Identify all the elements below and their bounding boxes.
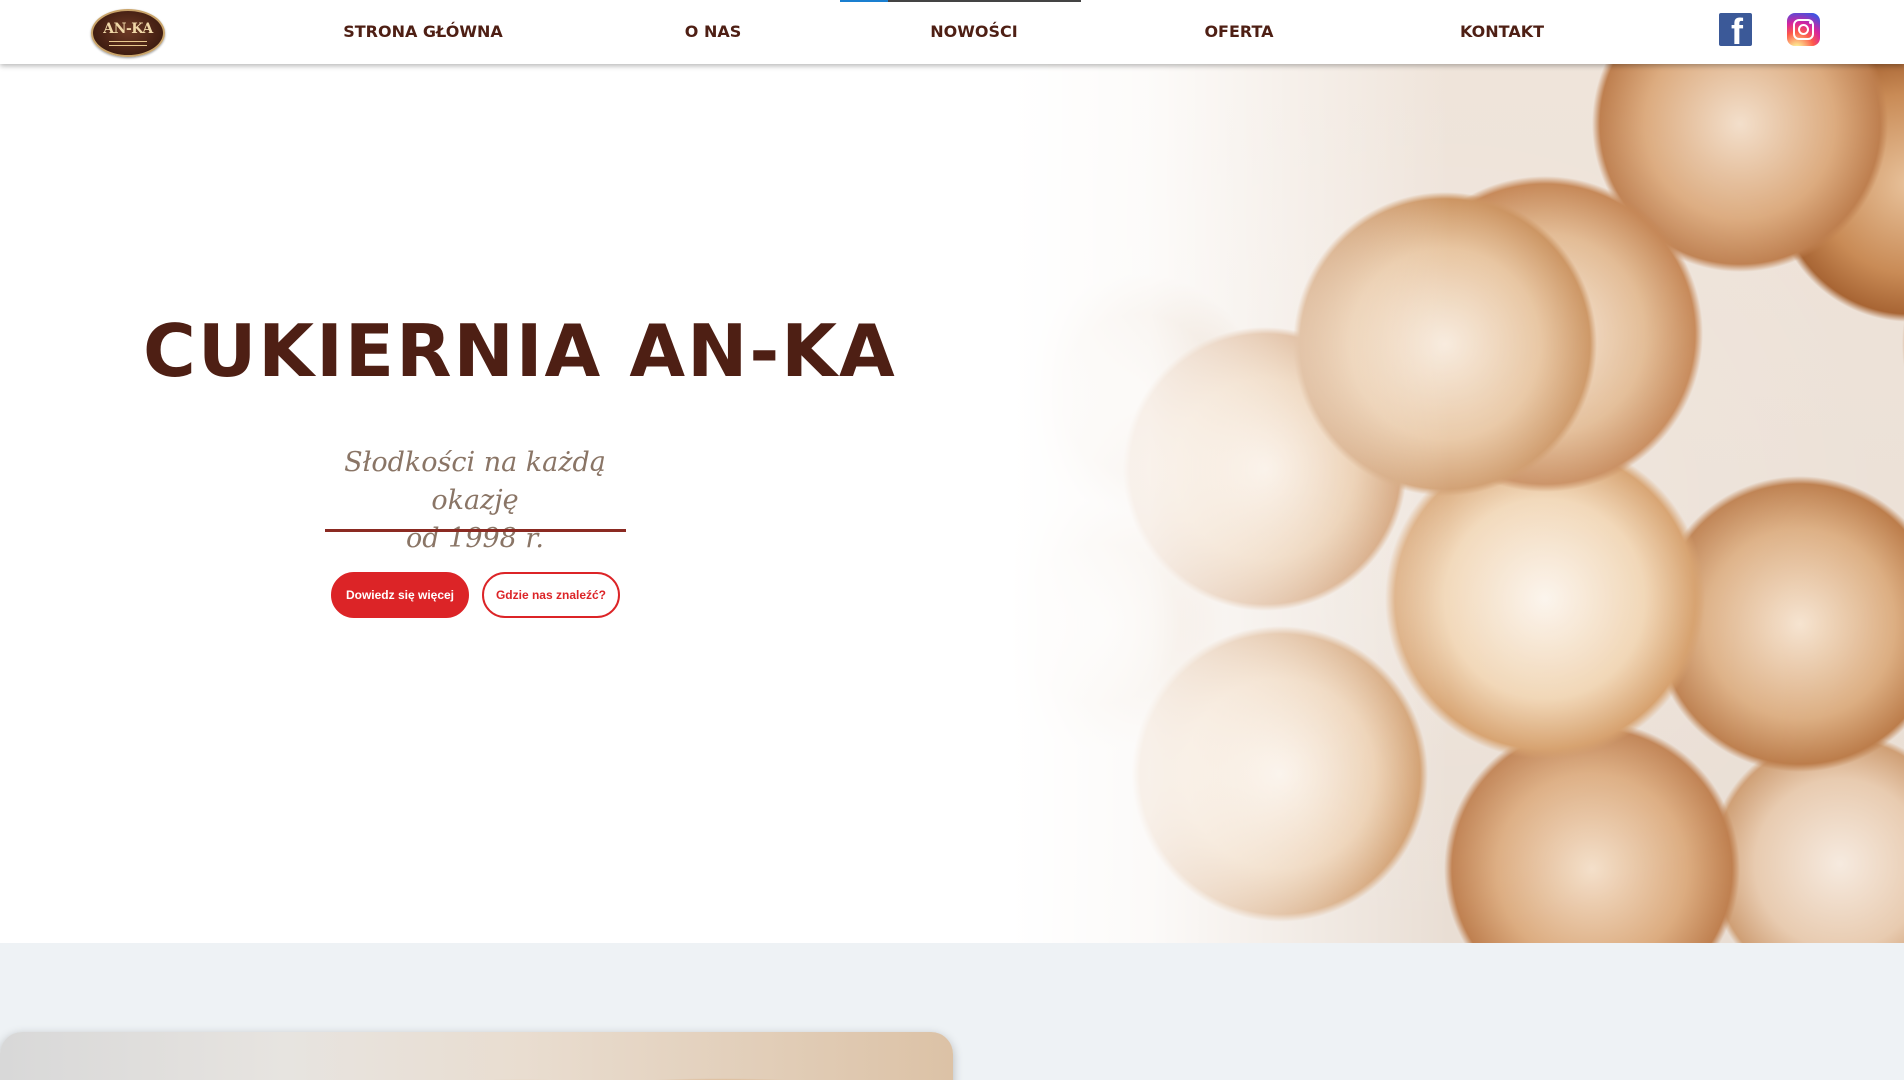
logo-decoration (109, 41, 147, 46)
nav-active-indicator-accent (840, 0, 888, 2)
next-section (0, 943, 1904, 1080)
logo-text: AN-KA (103, 21, 153, 37)
hero-subtitle-line1: Słodkości na każdą okazję (344, 447, 606, 516)
facebook-icon[interactable]: f (1719, 13, 1752, 46)
hero-section: Cukiernia AN-KA Słodkości na każdą okazj… (0, 64, 1904, 943)
nav-item-about[interactable]: O nas (661, 0, 765, 64)
site-header: AN-KA Strona główna O nas Nowości Oferta… (0, 0, 1904, 64)
hero-subtitle: Słodkości na każdą okazję od 1998 r. (325, 444, 625, 558)
nav-item-news[interactable]: Nowości (910, 0, 1038, 64)
instagram-icon[interactable] (1787, 13, 1820, 46)
learn-more-button[interactable]: Dowiedz się więcej (331, 572, 469, 618)
hero-subtitle-underline (325, 529, 626, 532)
instagram-lens (1798, 24, 1809, 35)
hero-subtitle-line2: od 1998 r. (406, 523, 544, 554)
instagram-dot (1809, 21, 1812, 24)
nav-item-contact[interactable]: Kontakt (1436, 0, 1568, 64)
pastry-card-image (0, 1032, 953, 1080)
nav-item-offer[interactable]: Oferta (1180, 0, 1298, 64)
nav-item-home[interactable]: Strona główna (332, 0, 514, 64)
find-us-button[interactable]: Gdzie nas znaleźć? (482, 572, 620, 618)
facebook-glyph: f (1731, 13, 1743, 47)
logo[interactable]: AN-KA (91, 9, 165, 57)
hero-title: Cukiernia AN-KA (143, 309, 897, 393)
hero-image-fade (950, 64, 1450, 943)
